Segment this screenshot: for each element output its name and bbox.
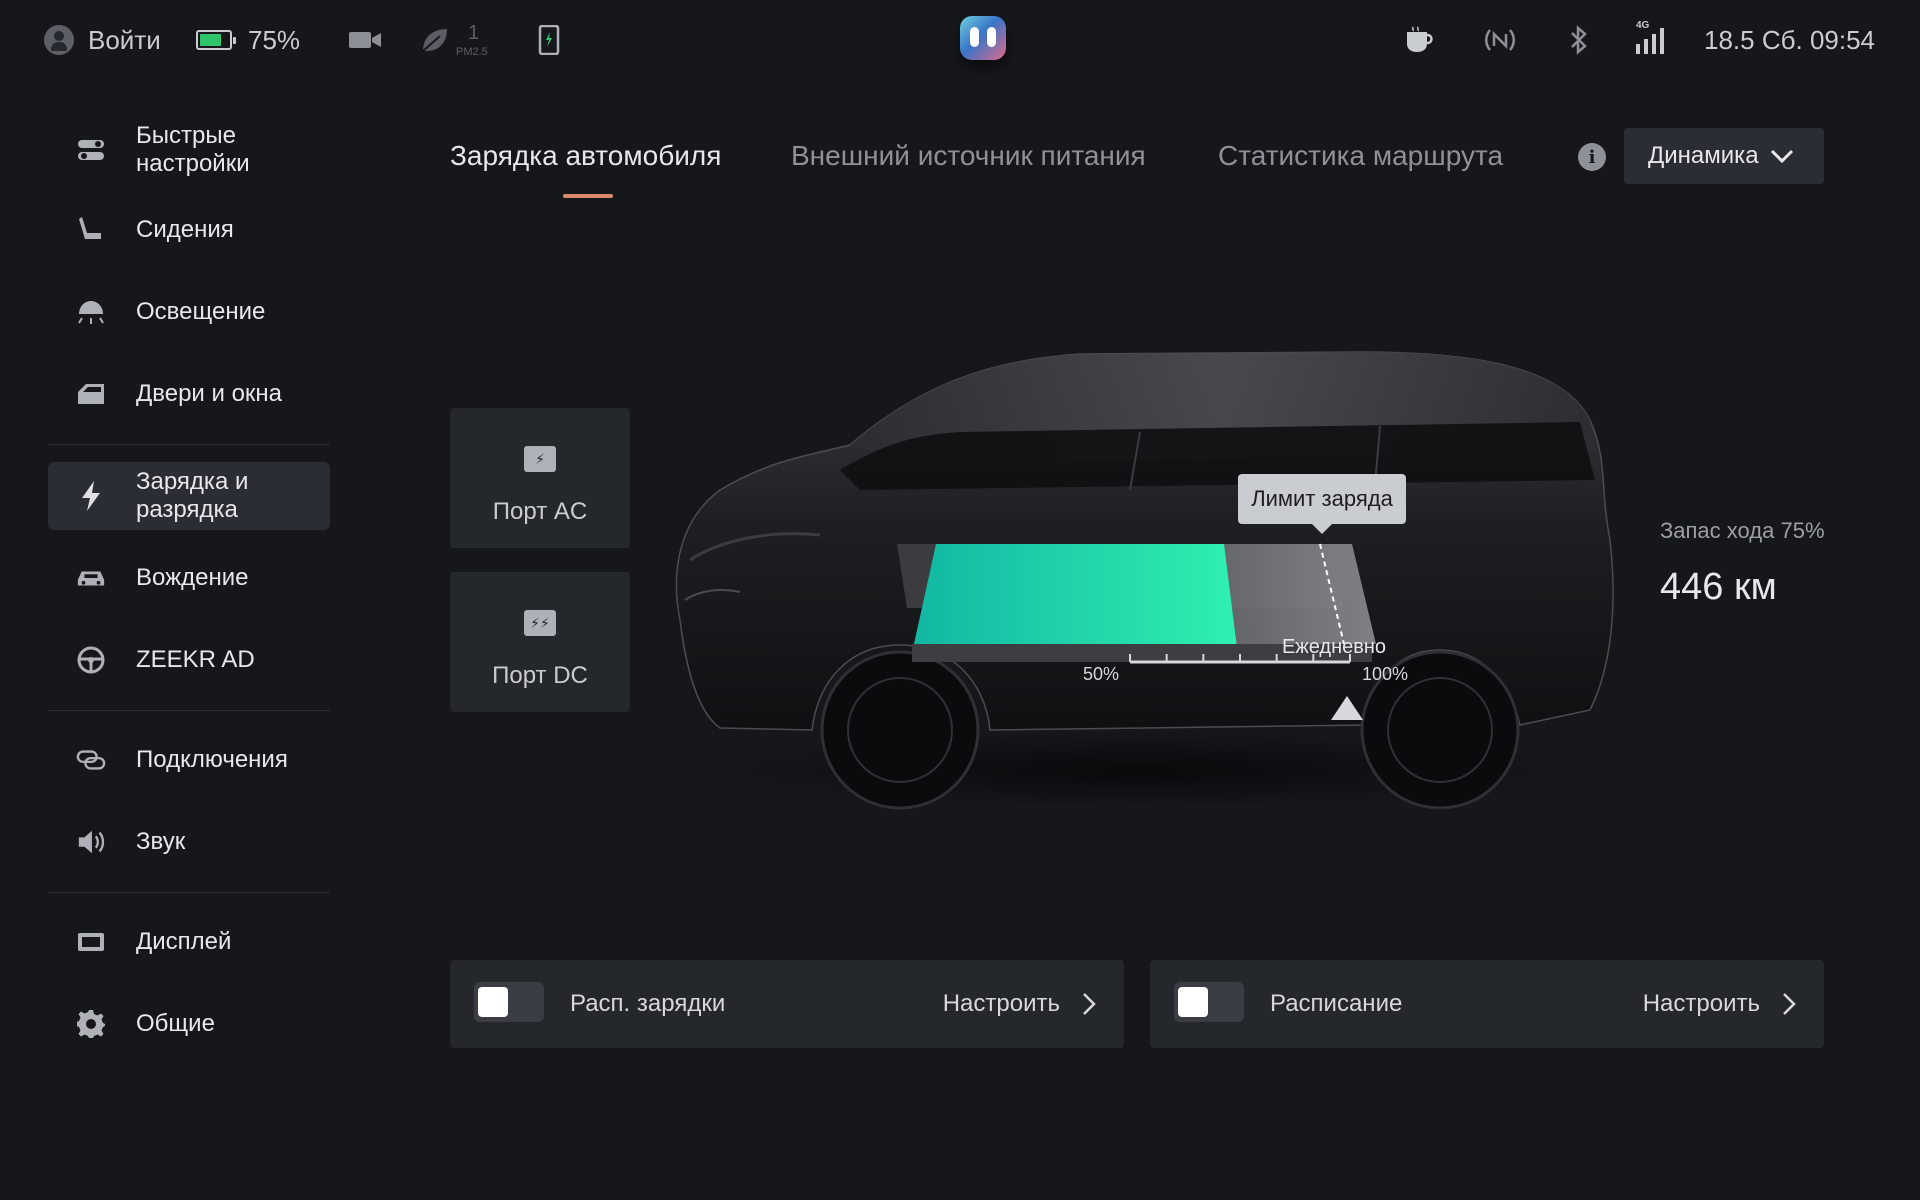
gear-icon	[76, 1009, 106, 1039]
dc-port-icon: ⚡⚡	[524, 610, 556, 636]
sidebar-divider	[48, 710, 330, 711]
sidebar-item-driving[interactable]: Вождение	[48, 544, 330, 612]
chevron-right-icon	[1783, 993, 1796, 1015]
sidebar-item-label: Быстрые настройки	[136, 122, 250, 177]
tab-external-power[interactable]: Внешний источник питания	[791, 140, 1146, 172]
schedule-label: Расписание	[1270, 990, 1403, 1017]
datetime: 18.5 Сб. 09:54	[1704, 24, 1876, 55]
tab-active-indicator	[563, 194, 613, 198]
sidebar-item-label: Общие	[136, 1010, 215, 1037]
sidebar-item-label: Освещение	[136, 298, 266, 325]
toggle-knob	[478, 987, 508, 1017]
daily-label: Ежедневно	[1282, 636, 1387, 658]
login-button[interactable]: Войти	[44, 20, 161, 60]
battery-charge-fill	[914, 544, 1237, 644]
phone-charge-icon[interactable]	[538, 20, 560, 60]
sidebar-item-connections[interactable]: Подключения	[48, 726, 330, 794]
signal-type: 4G	[1636, 20, 1650, 31]
camera-icon[interactable]	[348, 20, 382, 60]
sidebar-item-label: Зарядка и разрядка	[136, 468, 249, 523]
sidebar-divider	[48, 444, 330, 445]
range-value: 446 км	[1660, 566, 1777, 608]
tab-trip-statistics[interactable]: Статистика маршрута	[1218, 140, 1503, 172]
scale-max-label: 100%	[1362, 664, 1409, 684]
ac-port-icon: ⚡	[524, 446, 556, 472]
ac-port-label: Порт AC	[492, 498, 588, 525]
car-icon	[76, 563, 106, 593]
scale-min-label: 50%	[1083, 664, 1120, 684]
mascot-eye-left	[970, 27, 979, 47]
door-icon	[76, 379, 106, 409]
sidebar-item-label: Сидения	[136, 216, 234, 243]
nfc-off-icon[interactable]	[1482, 20, 1518, 60]
steering-wheel-icon	[76, 645, 106, 675]
mascot-eye-right	[987, 27, 996, 47]
vehicle-illustration	[675, 351, 1614, 810]
range-title: Запас хода 75%	[1660, 518, 1825, 543]
sidebar-divider	[48, 892, 330, 893]
schedule-toggle[interactable]	[1174, 982, 1244, 1022]
charging-schedule-card[interactable]: Расп. зарядки Настроить	[450, 960, 1124, 1048]
sidebar-item-seats[interactable]: Сидения	[48, 196, 330, 264]
sidebar-item-charging[interactable]: Зарядка и разрядка	[48, 462, 330, 530]
user-icon	[44, 25, 74, 55]
info-icon[interactable]: i	[1578, 143, 1606, 171]
speaker-icon	[76, 827, 106, 857]
lightning-icon	[76, 481, 106, 511]
bluetooth-icon[interactable]	[1568, 20, 1590, 60]
chevron-right-icon	[1083, 993, 1096, 1015]
sidebar-item-label: Двери и окна	[136, 380, 283, 407]
sidebar-item-zeekr-ad[interactable]: ZEEKR AD	[48, 626, 330, 694]
sidebar-item-label: Подключения	[136, 746, 288, 773]
assistant-mascot[interactable]	[960, 16, 1006, 60]
sidebar-item-label: Вождение	[136, 564, 249, 591]
pm-unit: PM2.5	[456, 46, 488, 58]
charging-schedule-toggle[interactable]	[474, 982, 544, 1022]
air-quality[interactable]: 1 PM2.5	[420, 20, 496, 60]
chevron-down-icon	[1770, 149, 1793, 164]
sidebar-item-general[interactable]: Общие	[48, 990, 330, 1058]
coffee-icon[interactable]	[1404, 20, 1436, 60]
display-icon	[76, 927, 106, 957]
schedule-card[interactable]: Расписание Настроить	[1150, 960, 1824, 1048]
toggles-icon	[76, 135, 106, 165]
light-icon	[76, 297, 106, 327]
tab-vehicle-charging[interactable]: Зарядка автомобиля	[450, 140, 721, 172]
sidebar-item-label: ZEEKR AD	[136, 646, 255, 673]
charge-limit-tooltip: Лимит заряда	[1238, 474, 1406, 534]
battery-icon	[196, 30, 236, 50]
sidebar-item-doors[interactable]: Двери и окна	[48, 360, 330, 428]
sidebar-item-display[interactable]: Дисплей	[48, 908, 330, 976]
leaf-icon	[422, 29, 447, 52]
battery-fill	[200, 34, 221, 46]
sidebar-item-label: Дисплей	[136, 928, 232, 955]
charge-limit-handle[interactable]	[1331, 696, 1363, 720]
charging-schedule-configure[interactable]: Настроить	[943, 990, 1060, 1018]
ac-port-button[interactable]: ⚡ Порт AC	[450, 408, 630, 548]
mode-dropdown-value: Динамика	[1648, 142, 1759, 169]
seat-icon	[76, 215, 106, 245]
link-icon	[76, 745, 106, 775]
dc-port-button[interactable]: ⚡⚡ Порт DC	[450, 572, 630, 712]
sidebar-item-lighting[interactable]: Освещение	[48, 278, 330, 346]
status-bar: Войти 75% 1 PM2.5 4G 18.5 Сб. 09:54	[0, 0, 1920, 80]
toggle-knob	[1178, 987, 1208, 1017]
sidebar-item-quick-settings[interactable]: Быстрые настройки	[48, 116, 330, 184]
schedule-configure[interactable]: Настроить	[1643, 990, 1760, 1018]
dc-port-label: Порт DC	[492, 662, 588, 689]
battery-status: 75%	[196, 20, 300, 60]
login-label: Войти	[88, 24, 161, 55]
mode-dropdown[interactable]: Динамика	[1624, 128, 1824, 184]
battery-percent: 75%	[248, 24, 301, 55]
sidebar-item-sound[interactable]: Звук	[48, 808, 330, 876]
sidebar-item-label: Звук	[136, 828, 186, 855]
charging-schedule-label: Расп. зарядки	[570, 990, 726, 1017]
cellular-signal-icon: 4G	[1634, 20, 1668, 60]
pm-value: 1	[468, 22, 480, 44]
